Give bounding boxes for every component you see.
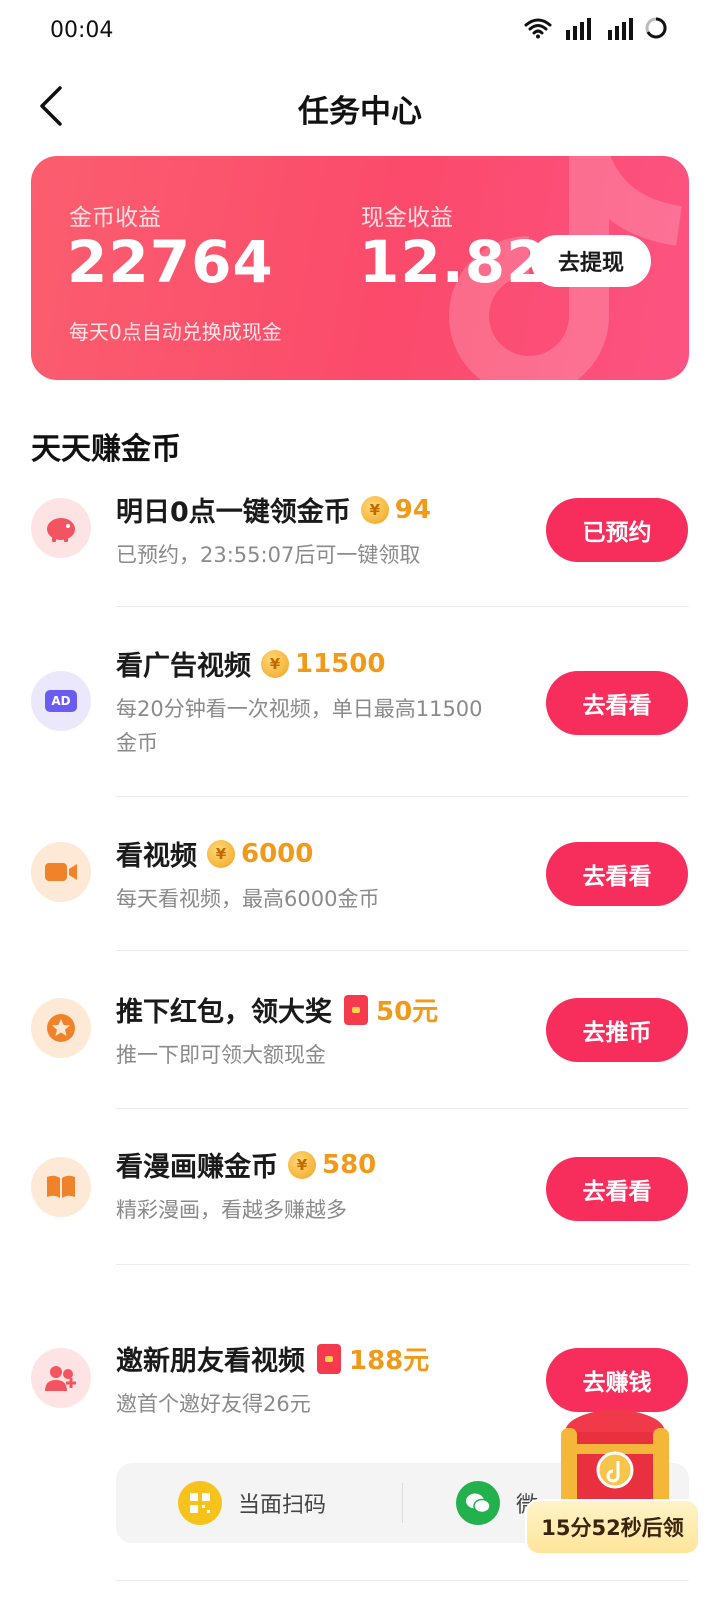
signal-5g-icon-2 xyxy=(608,18,633,40)
divider xyxy=(116,796,689,797)
status-icons xyxy=(524,16,668,40)
page-title: 任务中心 xyxy=(298,94,422,130)
divider xyxy=(116,1264,689,1265)
star-coin-icon xyxy=(31,998,91,1058)
exchange-note: 每天0点自动兑换成现金 xyxy=(69,320,282,344)
coin-icon: ¥ xyxy=(288,1150,316,1179)
book-icon xyxy=(31,1157,91,1217)
go-push-button[interactable]: 去推币 xyxy=(546,998,688,1062)
go-watch-button[interactable]: 去看看 xyxy=(546,671,688,735)
scan-qr-option[interactable]: 当面扫码 xyxy=(178,1463,326,1543)
task-reward: 188元 xyxy=(349,1346,430,1376)
earnings-card: 金币收益 22764 现金收益 12.82 去提现 每天0点自动兑换成现金 xyxy=(31,156,689,380)
coin-icon: ¥ xyxy=(360,495,389,524)
share-separator xyxy=(402,1483,403,1523)
go-watch-button[interactable]: 去看看 xyxy=(546,1157,688,1221)
task-title: 推下红包，领大奖 xyxy=(116,997,332,1028)
task-reward: 6000 xyxy=(241,838,314,869)
treasure-chest-icon xyxy=(561,1410,669,1508)
divider xyxy=(116,606,689,607)
task-description: 已预约，23:55:07后可一键领取 xyxy=(116,543,421,567)
reward-countdown: 15分52秒后领 xyxy=(525,1499,700,1555)
wechat-icon xyxy=(456,1481,500,1525)
go-watch-button[interactable]: 去看看 xyxy=(546,842,688,906)
status-time: 00:04 xyxy=(50,18,114,43)
wifi-icon xyxy=(524,18,552,39)
coin-icon: ¥ xyxy=(261,649,289,678)
reserved-button[interactable]: 已预约 xyxy=(546,498,688,562)
cash-earnings-label: 现金收益 xyxy=(361,205,453,231)
header: 任务中心 xyxy=(0,66,720,146)
task-title: 邀新朋友看视频 xyxy=(116,1346,305,1377)
task-title: 看广告视频 xyxy=(116,651,251,682)
task-description: 精彩漫画，看越多赚越多 xyxy=(116,1198,347,1222)
signal-5g-icon xyxy=(566,18,591,40)
section-title: 天天赚金币 xyxy=(31,432,181,467)
task-description: 推一下即可领大额现金 xyxy=(116,1043,326,1067)
task-description: 邀首个邀好友得26元 xyxy=(116,1392,311,1416)
withdraw-button[interactable]: 去提现 xyxy=(531,235,651,287)
divider xyxy=(116,1580,689,1581)
task-description: 每20分钟看一次视频，单日最高11500金币 xyxy=(116,697,483,755)
red-envelope-icon xyxy=(315,1343,343,1374)
status-bar: 00:04 xyxy=(0,0,720,66)
invite-friends-icon xyxy=(31,1348,91,1408)
divider xyxy=(116,1108,689,1109)
ad-icon: AD xyxy=(31,671,91,731)
task-title: 明日0点一键领金币 xyxy=(116,497,351,528)
task-title: 看漫画赚金币 xyxy=(116,1152,278,1183)
cash-earnings-value: 12.82 xyxy=(359,228,548,296)
red-envelope-icon xyxy=(342,994,370,1025)
scan-qr-label: 当面扫码 xyxy=(238,1493,327,1518)
coin-earnings-value: 22764 xyxy=(67,228,274,296)
divider xyxy=(116,950,689,951)
task-description: 每天看视频，最高6000金币 xyxy=(116,887,380,911)
piggy-bank-icon xyxy=(31,498,91,558)
task-reward: 50元 xyxy=(376,997,439,1027)
floating-reward-widget[interactable]: 15分52秒后领 xyxy=(525,1402,700,1562)
task-title: 看视频 xyxy=(116,841,197,872)
task-reward: 11500 xyxy=(295,648,386,679)
battery-ring-icon xyxy=(645,17,667,39)
task-reward: 94 xyxy=(394,494,431,525)
video-camera-icon xyxy=(31,842,91,902)
task-reward: 580 xyxy=(322,1149,377,1180)
coin-earnings-label: 金币收益 xyxy=(69,205,161,231)
qr-code-icon xyxy=(178,1481,222,1525)
coin-icon: ¥ xyxy=(207,839,235,868)
